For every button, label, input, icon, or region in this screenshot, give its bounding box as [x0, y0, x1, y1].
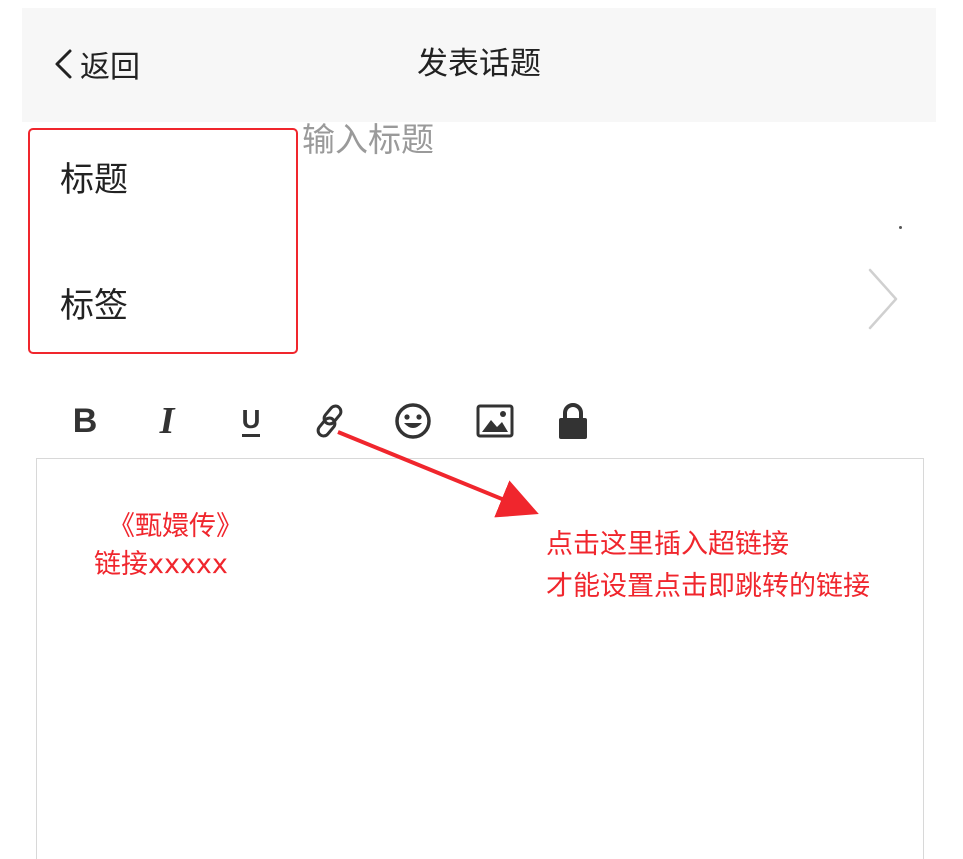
italic-icon: I [159, 400, 175, 442]
tip-line-2: 才能设置点击即跳转的链接 [546, 571, 870, 602]
link-icon [316, 404, 343, 438]
insert-image-button[interactable] [470, 396, 520, 446]
bold-icon: B [72, 401, 98, 440]
underline-button[interactable]: U [226, 396, 276, 446]
underline-icon: U [241, 406, 261, 437]
tags-row-chevron-right-icon[interactable] [862, 266, 902, 336]
bold-button[interactable]: B [60, 396, 110, 446]
title-input[interactable] [302, 116, 902, 162]
insert-link-button[interactable] [306, 396, 356, 446]
link-tip-annotation: 点击这里插入超链接 才能设置点击即跳转的链接 [546, 524, 870, 608]
lock-button[interactable] [548, 396, 598, 446]
page-title: 发表话题 [417, 46, 541, 82]
italic-button[interactable]: I [142, 396, 192, 446]
image-icon [476, 404, 514, 438]
emoji-button[interactable] [388, 396, 438, 446]
top-nav-bar: 返回 发表话题 [22, 8, 936, 122]
note-line-link: 链接xxxxx [94, 549, 228, 580]
status-bar-area [0, 0, 963, 8]
title-label: 标题 [60, 160, 128, 200]
form-labels-highlight: 标题 标签 [28, 128, 298, 354]
decorative-dot [899, 226, 902, 229]
tip-line-1: 点击这里插入超链接 [546, 529, 789, 560]
lock-icon [559, 403, 587, 439]
note-line-title: 《甄嬛传》 [108, 511, 243, 542]
emoji-icon [395, 403, 431, 439]
tags-label[interactable]: 标签 [60, 278, 128, 327]
editor-content-note: 《甄嬛传》 链接xxxxx [94, 508, 243, 584]
